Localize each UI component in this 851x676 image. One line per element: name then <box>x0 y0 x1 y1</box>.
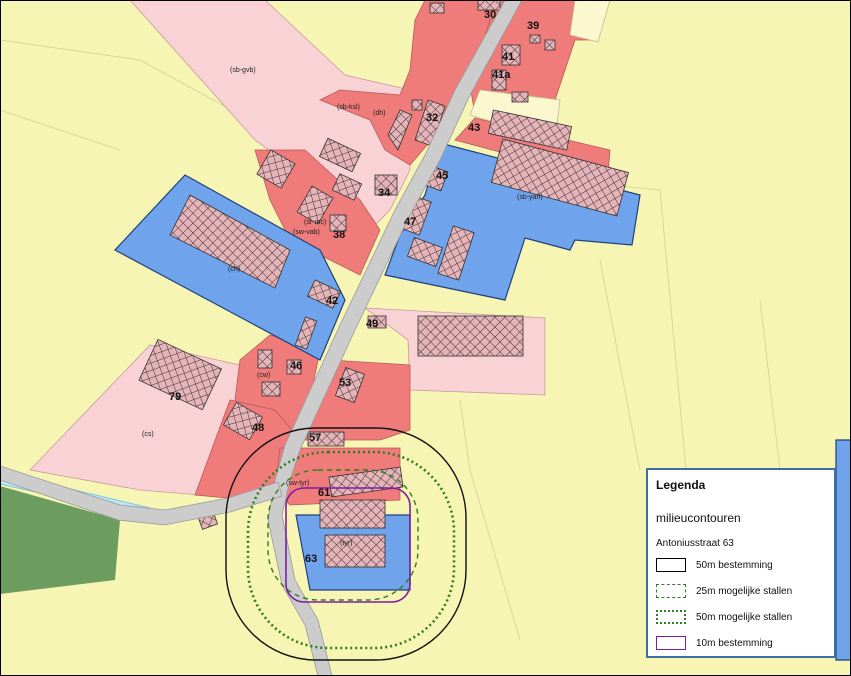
legend-title: Legenda <box>656 478 706 492</box>
legend-item-label: 50m mogelijke stallen <box>696 611 793 623</box>
legend-swatch <box>656 558 686 572</box>
house-number-label: 43 <box>468 122 480 134</box>
house-number-label: 38 <box>333 229 345 241</box>
zone-code-label: (dh) <box>373 110 385 117</box>
zone-code-label: (sw-tyr) <box>286 480 309 487</box>
house-number-label: 41 <box>502 51 514 63</box>
zone-code-label: (sb-yah) <box>517 194 543 201</box>
house-number-label: 49 <box>366 318 378 330</box>
house-number-label: 47 <box>404 216 416 228</box>
legend-subtitle: milieucontouren <box>656 511 741 525</box>
house-number-label: 39 <box>527 20 539 32</box>
legend-item-label: 25m mogelijke stallen <box>696 585 793 597</box>
legend-item: 25m mogelijke stallen <box>656 582 792 600</box>
house-number-label: 61 <box>318 487 330 499</box>
house-number-label: 42 <box>326 295 338 307</box>
zone-code-label: (sw-vab) <box>293 229 320 236</box>
legend-address: Antoniusstraat 63 <box>656 538 734 549</box>
legend-item-label: 10m bestemming <box>696 637 773 649</box>
zone-code-label: (ch) <box>228 266 240 273</box>
legend-swatch <box>656 584 686 598</box>
house-number-label: 53 <box>339 377 351 389</box>
house-number-label: 32 <box>426 112 438 124</box>
house-number-label: 63 <box>305 553 317 565</box>
house-number-label: 46 <box>290 360 302 372</box>
house-number-label: 48 <box>252 422 264 434</box>
legend-item-label: 50m bestemming <box>696 559 773 571</box>
house-number-label: 41a <box>492 69 511 81</box>
zone-code-label: (sb-gvb) <box>230 67 256 74</box>
zone-code-label: (cs) <box>142 431 154 438</box>
zone-code-label: (tyr) <box>340 540 352 547</box>
house-number-label: 30 <box>484 9 496 21</box>
legend-item: 10m bestemming <box>656 634 773 652</box>
legend-item: 50m bestemming <box>656 556 773 574</box>
house-number-label: 57 <box>309 432 321 444</box>
zone-code-label: (sb-ksl) <box>337 104 360 111</box>
legend-swatch <box>656 610 686 624</box>
legend-item: 50m mogelijke stallen <box>656 608 792 626</box>
house-number-label: 45 <box>436 170 448 182</box>
house-number-label: 34 <box>378 187 391 199</box>
legend-swatch <box>656 636 686 650</box>
house-number-label: 79 <box>169 391 181 403</box>
zone-code-label: (cw) <box>257 372 270 379</box>
legend-panel: Legenda milieucontouren Antoniusstraat 6… <box>646 468 836 658</box>
zone-code-label: (sr-mc) <box>304 219 326 226</box>
